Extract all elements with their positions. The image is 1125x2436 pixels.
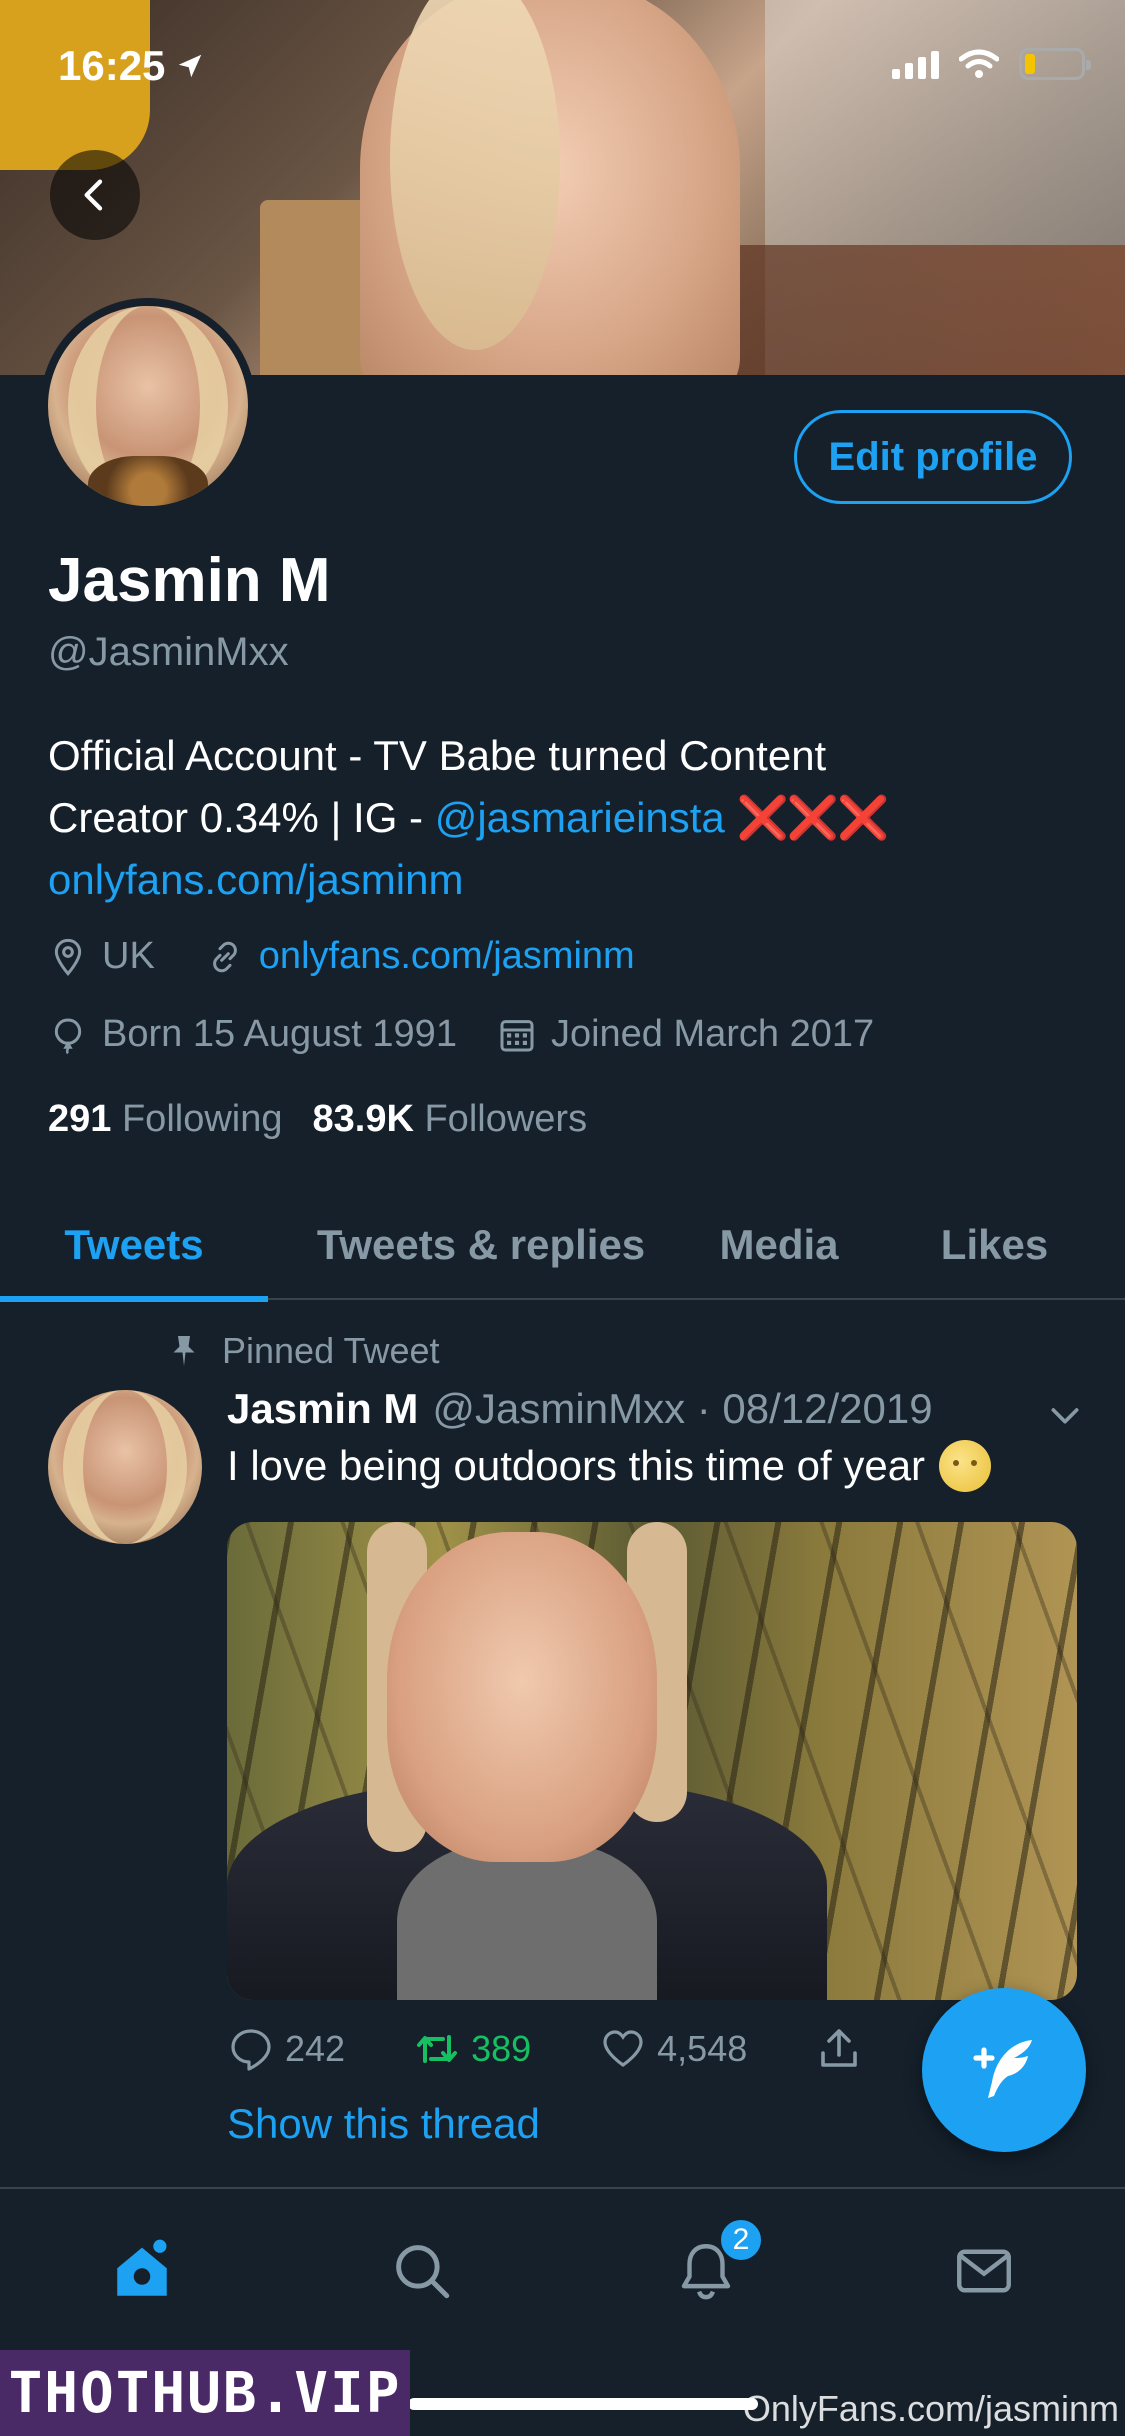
status-time-text: 16:25 — [58, 42, 166, 89]
tweet-author-meta: @JasminMxx · 08/12/2019 — [432, 1385, 933, 1432]
tweet-author-name[interactable]: Jasmin M — [227, 1385, 418, 1433]
bio-line-2: Creator 0.34% | IG - @jasmarieinsta ❌❌❌ — [48, 787, 1088, 849]
moon-face-emoji-icon — [939, 1440, 992, 1492]
mail-icon — [957, 2249, 1011, 2293]
link-icon — [212, 941, 237, 972]
wifi-icon — [959, 49, 999, 78]
follow-stats: 291 Following 83.9K Followers — [48, 1098, 587, 1141]
status-bar: 16:25 — [0, 0, 1125, 140]
followers-stat[interactable]: 83.9K Followers — [313, 1098, 588, 1141]
bio-line-1: Official Account - TV Babe turned Conten… — [48, 732, 827, 779]
watermark-text: OnlyFans.com/jasminm — [742, 2388, 1119, 2429]
profile-bio: Official Account - TV Babe turned Conten… — [48, 725, 1088, 911]
bio-emoji: ❌❌❌ — [736, 794, 889, 841]
compose-tweet-button[interactable] — [922, 1988, 1086, 2152]
pinned-indicator: Pinned Tweet — [166, 1330, 440, 1372]
back-button[interactable] — [50, 150, 140, 240]
share-icon — [821, 2029, 858, 2067]
notifications-badge: 2 — [718, 2217, 764, 2263]
profile-location: UK — [102, 935, 155, 977]
following-stat[interactable]: 291 Following — [48, 1098, 283, 1141]
location-pin-icon — [54, 938, 82, 976]
bio-line-2-text: Creator 0.34% | IG - — [48, 794, 435, 841]
cellular-signal-icon — [892, 49, 939, 79]
following-count: 291 — [48, 1098, 112, 1140]
reply-icon — [231, 2029, 271, 2071]
profile-tabs: Tweets Tweets & replies Media Likes — [0, 1190, 1125, 1302]
compose-feather-icon — [973, 2040, 1032, 2098]
show-thread-link[interactable]: Show this thread — [227, 2100, 540, 2148]
followers-label: Followers — [424, 1098, 588, 1140]
like-count: 4,548 — [657, 2028, 748, 2069]
tab-tweets-replies[interactable]: Tweets & replies — [268, 1190, 694, 1300]
profile-dates-row: Born 15 August 1991 Joined March 2017 — [48, 1013, 874, 1056]
bio-url-link[interactable]: onlyfans.com/jasminm — [48, 849, 1088, 911]
profile-website-link[interactable]: onlyfans.com/jasminm — [259, 935, 635, 978]
nav-messages[interactable] — [944, 2231, 1024, 2311]
retweet-button[interactable]: 389 — [413, 2025, 531, 2073]
tab-media[interactable]: Media — [694, 1190, 864, 1300]
retweet-icon — [417, 2035, 458, 2063]
chevron-left-icon — [84, 179, 103, 211]
nav-notifications[interactable]: 2 — [666, 2217, 764, 2311]
followers-count: 83.9K — [312, 1098, 414, 1140]
reply-button[interactable]: 242 — [227, 2025, 345, 2073]
like-button[interactable]: 4,548 — [599, 2025, 747, 2073]
calendar-icon — [500, 1019, 534, 1051]
tweet-header: Jasmin M @JasminMxx · 08/12/2019 — [227, 1385, 933, 1433]
tweet-text: I love being outdoors this time of year — [227, 1440, 992, 1492]
nav-home[interactable] — [102, 2231, 182, 2311]
tweet-actions: 242 389 4,548 — [227, 2025, 931, 2073]
search-icon — [396, 2245, 450, 2299]
watermark-logo: THOTHUB.VIP — [0, 2350, 410, 2436]
location-arrow-icon — [179, 54, 202, 78]
reply-count: 242 — [285, 2028, 346, 2069]
tab-tweets[interactable]: Tweets — [0, 1190, 268, 1302]
following-label: Following — [121, 1098, 283, 1140]
profile-location-row: UK onlyfans.com/jasminm — [48, 935, 635, 978]
profile-handle: @JasminMxx — [48, 630, 289, 674]
battery-icon — [1019, 48, 1091, 80]
heart-icon — [603, 2030, 643, 2067]
chevron-down-icon[interactable] — [1045, 1395, 1085, 1435]
cover-floor — [705, 245, 1125, 375]
balloon-icon — [54, 1017, 82, 1054]
status-time: 16:25 — [58, 42, 205, 90]
profile-avatar[interactable] — [40, 298, 256, 514]
pinned-label: Pinned Tweet — [222, 1330, 440, 1371]
tweet-text-content: I love being outdoors this time of year — [227, 1442, 926, 1489]
profile-birthday: Born 15 August 1991 — [102, 1013, 457, 1055]
tweet-image[interactable] — [227, 1522, 1077, 2000]
profile-joined: Joined March 2017 — [550, 1013, 875, 1055]
share-button[interactable] — [815, 2025, 863, 2073]
home-indicator[interactable] — [408, 2398, 758, 2410]
pin-icon — [173, 1336, 195, 1366]
tweet-avatar[interactable] — [48, 1390, 202, 1544]
retweet-count: 389 — [471, 2028, 532, 2069]
tab-likes[interactable]: Likes — [864, 1190, 1125, 1300]
bio-mention-link[interactable]: @jasmarieinsta — [435, 794, 725, 841]
home-icon — [117, 2239, 167, 2296]
edit-profile-button[interactable]: Edit profile — [794, 410, 1072, 504]
nav-search[interactable] — [382, 2231, 462, 2311]
profile-name: Jasmin M — [48, 546, 331, 615]
